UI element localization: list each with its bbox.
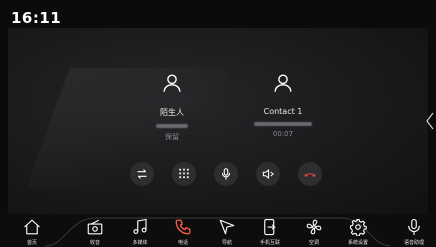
hang-up-button[interactable] [298,162,322,186]
speaker-button[interactable] [256,162,280,186]
call-status: 保留 [165,133,179,141]
side-panel-handle-icon[interactable] [426,112,434,130]
phone-number-redacted [254,122,312,126]
microphone-icon [221,168,231,180]
mute-button[interactable] [214,162,238,186]
gear-icon [349,218,367,236]
music-note-icon [133,218,147,234]
phone-number-redacted [156,124,188,128]
dock-home[interactable]: 首页 [14,218,50,247]
bottom-dock: 首页 收音 多媒体 电话 导航 手机互联 空调 系统设置 语音助理 [0,214,436,247]
clock: 16:11 [11,9,62,27]
dock-navigation[interactable]: 导航 [209,218,245,247]
person-icon [163,74,181,92]
phone-icon [175,219,191,235]
active-call-card[interactable]: Contact 1 00:07 [228,72,338,138]
voice-assistant-icon [408,218,420,236]
dock-media[interactable]: 多媒体 [122,218,158,247]
dock-radio[interactable]: 收音 [77,218,113,247]
phone-link-icon [264,218,276,236]
dock-voice-assistant[interactable]: 语音助理 [396,218,432,247]
hang-up-icon [304,173,316,177]
dock-climate[interactable]: 空调 [296,218,332,247]
home-icon [24,219,40,235]
dock-phone[interactable]: 电话 [165,218,201,247]
speaker-icon [262,169,274,179]
radio-icon [87,219,103,235]
dialpad-icon [179,168,189,179]
held-call-card[interactable]: 陌生人 保留 [117,72,227,142]
contact-name: Contact 1 [263,107,303,116]
swap-calls-button[interactable] [130,162,154,186]
person-icon [274,74,292,92]
call-duration: 00:07 [272,130,294,138]
navigation-icon [219,219,235,235]
dock-settings[interactable]: 系统设置 [340,218,376,247]
contact-name: 陌生人 [160,108,184,117]
fan-icon [306,219,322,235]
call-screen: 16:11 陌生人 保留 Contact 1 00:07 首页 收音 多媒体 电… [0,0,436,247]
swap-calls-icon [137,169,147,179]
call-controls [130,162,322,186]
dock-phone-link[interactable]: 手机互联 [252,218,288,247]
dialpad-button[interactable] [172,162,196,186]
